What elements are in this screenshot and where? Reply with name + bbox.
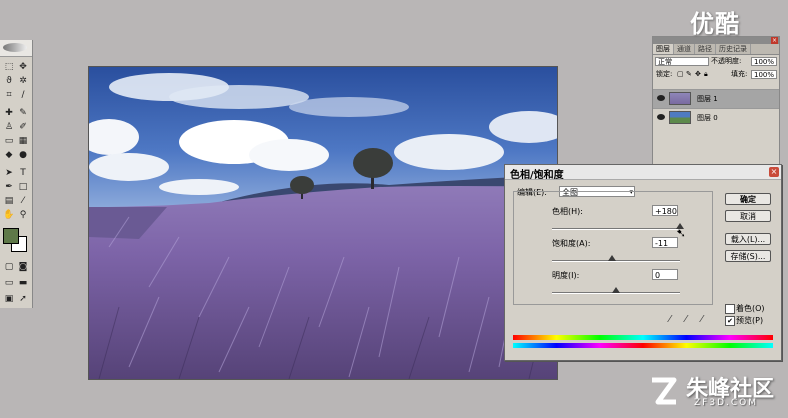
layers-panel: × 图层 通道 路径 历史记录 正常 不透明度: 100% 锁定: ▢ ✎ ✥ … xyxy=(652,36,780,168)
fill-value: 100% xyxy=(754,71,775,79)
cancel-button[interactable]: 取消 xyxy=(725,210,771,222)
preview-label: 预览(P) xyxy=(736,316,764,325)
load-button[interactable]: 载入(L)... xyxy=(725,233,771,245)
lock-transparent-icon[interactable]: ▢ xyxy=(677,68,684,81)
tab-layers[interactable]: 图层 xyxy=(653,44,674,54)
imageready-icon[interactable]: ▣ xyxy=(3,294,15,305)
history-brush-tool-icon[interactable]: ✐ xyxy=(17,122,29,133)
fullscreen-mode-icon[interactable]: ▬ xyxy=(17,278,29,289)
lock-position-icon[interactable]: ✥ xyxy=(695,68,701,81)
eraser-tool-icon[interactable]: ▭ xyxy=(3,136,15,147)
dialog-title: 色相/饱和度 xyxy=(510,170,564,181)
blend-mode-value: 正常 xyxy=(658,58,672,66)
blend-mode-select[interactable]: 正常 xyxy=(655,57,709,66)
stamp-tool-icon[interactable]: ♙ xyxy=(3,122,15,133)
eyedropper-plus-icon[interactable]: ⁄ xyxy=(685,314,687,325)
saturation-slider-thumb[interactable] xyxy=(608,255,617,261)
eye-icon[interactable] xyxy=(657,114,665,120)
lock-row: 锁定: ▢ ✎ ✥ 🔒︎ 填充: 100% xyxy=(653,68,779,81)
toolbox: ⬚ ✥ ϑ ✲ ⌗ ∕ ✚ ✎ ♙ ✐ ▭ ▦ ◆ ● ➤ T ✒ □ ▤ ⁄ … xyxy=(0,40,33,308)
lock-all-icon[interactable]: 🔒︎ xyxy=(704,68,708,81)
canvas-image xyxy=(89,67,557,379)
standard-mode-icon[interactable]: ▢ xyxy=(3,262,15,273)
hue-label: 色相(H): xyxy=(552,207,583,216)
toolbox-header xyxy=(0,40,32,57)
opacity-label: 不透明度: xyxy=(711,57,742,65)
pen-tool-icon[interactable]: ✒ xyxy=(3,182,15,193)
colorize-checkbox[interactable] xyxy=(725,304,735,314)
layer-row[interactable]: 图层 0 xyxy=(653,108,779,127)
type-tool-icon[interactable]: T xyxy=(17,168,29,179)
layer-thumbnail xyxy=(669,111,691,124)
youku-watermark: 优酷 xyxy=(690,10,740,38)
tab-history[interactable]: 历史记录 xyxy=(716,44,751,54)
community-logo-icon xyxy=(652,377,677,405)
tab-paths[interactable]: 路径 xyxy=(695,44,716,54)
lock-image-icon[interactable]: ✎ xyxy=(686,68,692,81)
blur-tool-icon[interactable]: ◆ xyxy=(3,150,15,161)
saturation-label: 饱和度(A): xyxy=(552,239,591,248)
lasso-tool-icon[interactable]: ϑ xyxy=(3,76,15,87)
notes-tool-icon[interactable]: ▤ xyxy=(3,196,15,207)
saturation-value: -11 xyxy=(655,239,669,248)
tab-channels[interactable]: 通道 xyxy=(674,44,695,54)
zoom-tool-icon[interactable]: ⚲ xyxy=(17,210,29,221)
foreground-color-swatch[interactable] xyxy=(3,228,19,244)
saturation-input[interactable]: -11 xyxy=(652,237,678,248)
output-spectrum-bar xyxy=(513,343,773,348)
hand-tool-icon[interactable]: ✋ xyxy=(3,210,15,221)
close-icon[interactable]: × xyxy=(769,167,779,177)
feather-icon xyxy=(3,43,27,52)
opacity-value: 100% xyxy=(754,58,775,66)
dodge-tool-icon[interactable]: ● xyxy=(17,150,29,161)
input-spectrum-bar xyxy=(513,335,773,340)
preview-checkbox[interactable]: ✔ xyxy=(725,316,735,326)
opacity-input[interactable]: 100% xyxy=(751,57,777,66)
eyedropper-minus-icon[interactable]: ⁄ xyxy=(701,314,703,325)
document-canvas[interactable] xyxy=(88,66,558,380)
lightness-label: 明度(I): xyxy=(552,271,580,280)
brush-tool-icon[interactable]: ✎ xyxy=(17,108,29,119)
layers-panel-tabs: 图层 通道 路径 历史记录 xyxy=(653,44,779,55)
lightness-input[interactable]: 0 xyxy=(652,269,678,280)
hue-slider-track[interactable] xyxy=(552,228,680,230)
eyedropper-tool-icon[interactable]: ⁄ xyxy=(17,196,29,207)
fill-label: 填充: xyxy=(731,70,748,78)
lightness-slider-thumb[interactable] xyxy=(612,287,620,293)
quick-mask-mode-icon[interactable]: ◙ xyxy=(17,262,29,273)
ok-button[interactable]: 确定 xyxy=(725,193,771,205)
layer-thumbnail xyxy=(669,92,691,105)
blend-row: 正常 不透明度: 100% xyxy=(653,55,779,68)
hue-value: +180 xyxy=(655,207,677,216)
adjustment-group: 色相(H): +180 ➷ 饱和度(A): -11 明度(I): 0 xyxy=(513,191,713,305)
eyedropper-icon[interactable]: ⁄ xyxy=(669,314,671,325)
fill-input[interactable]: 100% xyxy=(751,70,777,79)
hue-input[interactable]: +180 xyxy=(652,205,678,216)
layer-name: 图层 1 xyxy=(697,95,718,103)
slice-tool-icon[interactable]: ∕ xyxy=(17,90,29,101)
layer-name: 图层 0 xyxy=(697,114,718,122)
community-url-watermark: ZF3D.COM xyxy=(694,398,758,408)
move-tool-icon[interactable]: ✥ xyxy=(17,62,29,73)
eye-icon[interactable] xyxy=(657,95,665,101)
shape-tool-icon[interactable]: □ xyxy=(17,182,29,193)
path-select-tool-icon[interactable]: ➤ xyxy=(3,168,15,179)
screen-mode-icon[interactable]: ▭ xyxy=(3,278,15,289)
marquee-tool-icon[interactable]: ⬚ xyxy=(3,62,15,73)
layer-row[interactable]: 图层 1 xyxy=(653,89,779,108)
lightness-value: 0 xyxy=(655,271,661,280)
hue-saturation-dialog: 色相/饱和度 × 编辑(E): 全图 ▾ 色相(H): +180 ➷ 饱和度(A… xyxy=(504,164,782,361)
dialog-titlebar[interactable]: 色相/饱和度 × xyxy=(505,165,781,181)
close-icon[interactable]: × xyxy=(771,37,778,44)
crop-tool-icon[interactable]: ⌗ xyxy=(3,90,15,101)
gradient-tool-icon[interactable]: ▦ xyxy=(17,136,29,147)
healing-brush-tool-icon[interactable]: ✚ xyxy=(3,108,15,119)
magic-wand-tool-icon[interactable]: ✲ xyxy=(17,76,29,87)
jump-icon[interactable]: ➚ xyxy=(17,294,29,305)
colorize-label: 着色(O) xyxy=(736,304,765,313)
lock-label: 锁定: xyxy=(656,70,673,78)
save-button[interactable]: 存储(S)... xyxy=(725,250,771,262)
